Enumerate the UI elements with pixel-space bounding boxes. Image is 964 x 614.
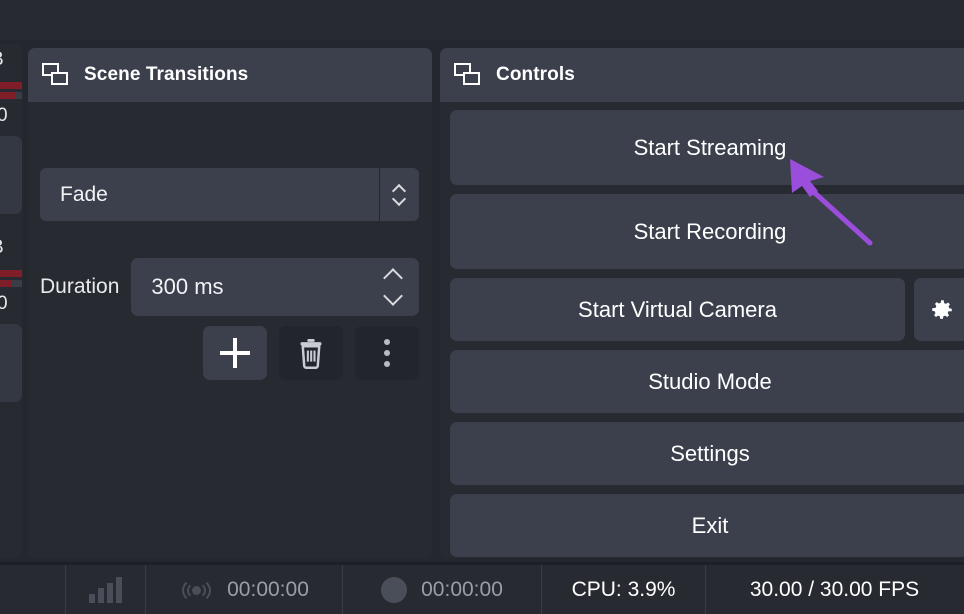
gear-icon	[932, 299, 952, 319]
mixer-volume-slider[interactable]	[0, 136, 22, 214]
mixer-scale-zero: 0	[0, 293, 8, 314]
plus-icon	[220, 338, 250, 368]
obs-main-window: B 0 B 0 Scene Transitions Fade	[0, 0, 964, 614]
record-dot-icon	[381, 576, 408, 603]
controls-row: Exit	[450, 494, 964, 557]
kebab-menu-icon	[384, 339, 390, 367]
status-signal-cell[interactable]	[66, 565, 146, 614]
duration-spinner[interactable]	[385, 271, 405, 303]
chevron-down-icon[interactable]	[393, 196, 406, 204]
float-dock-icon[interactable]	[42, 63, 70, 87]
transition-type-value[interactable]: Fade	[40, 168, 379, 221]
controls-row: Settings	[450, 422, 964, 485]
preview-area-bottom-strip	[0, 0, 964, 40]
status-cpu-cell: CPU: 3.9%	[542, 565, 706, 614]
controls-dock: Controls Start Streaming Start Recording…	[440, 48, 964, 558]
status-bar: 00:00:00 00:00:00 CPU: 3.9% 30.00 / 30.0…	[0, 562, 964, 614]
mixer-scale-zero: 0	[0, 105, 8, 126]
scene-transitions-title: Scene Transitions	[84, 64, 249, 85]
stream-time: 00:00:00	[227, 577, 309, 601]
status-spacer	[0, 565, 66, 614]
settings-button[interactable]: Settings	[450, 422, 964, 485]
studio-mode-button[interactable]: Studio Mode	[450, 350, 964, 413]
record-time: 00:00:00	[421, 577, 503, 601]
trash-icon	[300, 338, 322, 369]
chevron-up-icon[interactable]	[385, 271, 405, 283]
status-stream-cell: 00:00:00	[146, 565, 343, 614]
mixer-db-label: B	[0, 50, 4, 69]
controls-title-bar: Controls	[440, 48, 964, 102]
broadcast-icon	[179, 577, 213, 603]
transition-type-combobox[interactable]: Fade	[40, 168, 419, 221]
signal-bars-icon	[89, 576, 122, 603]
float-dock-icon[interactable]	[454, 63, 482, 87]
transition-type-spinner[interactable]	[379, 168, 419, 221]
transition-properties-button[interactable]	[355, 326, 419, 380]
scene-transitions-title-bar: Scene Transitions	[28, 48, 432, 102]
controls-row: Start Virtual Camera	[450, 278, 964, 341]
controls-row: Studio Mode	[450, 350, 964, 413]
controls-row: Start Recording	[450, 194, 964, 269]
remove-transition-button[interactable]	[279, 326, 343, 380]
start-recording-button[interactable]: Start Recording	[450, 194, 964, 269]
controls-row: Start Streaming	[450, 110, 964, 185]
virtual-camera-config-button[interactable]	[914, 278, 964, 341]
exit-button[interactable]: Exit	[450, 494, 964, 557]
start-virtual-camera-button[interactable]: Start Virtual Camera	[450, 278, 905, 341]
scene-transitions-dock: Scene Transitions Fade Duration 300 ms	[28, 48, 432, 558]
add-transition-button[interactable]	[203, 326, 267, 380]
mixer-volume-slider[interactable]	[0, 324, 22, 402]
duration-label: Duration	[40, 275, 120, 298]
transition-action-buttons	[40, 326, 419, 382]
mixer-db-label: B	[0, 238, 4, 257]
duration-spinbox[interactable]: 300 ms	[131, 258, 419, 316]
mixer-level-meter	[0, 92, 22, 99]
chevron-down-icon[interactable]	[385, 291, 405, 303]
duration-row: Duration 300 ms	[40, 258, 419, 316]
audio-mixer-dock-partial: B 0 B 0	[0, 44, 22, 558]
controls-title: Controls	[496, 64, 575, 85]
mixer-level-meter	[0, 82, 22, 89]
status-record-cell: 00:00:00	[343, 565, 542, 614]
mixer-level-meter	[0, 280, 22, 287]
controls-button-list: Start Streaming Start Recording Start Vi…	[450, 110, 964, 558]
status-fps-cell: 30.00 / 30.00 FPS	[749, 577, 920, 601]
duration-value[interactable]: 300 ms	[151, 274, 385, 300]
mixer-level-meter	[0, 270, 22, 277]
start-streaming-button[interactable]: Start Streaming	[450, 110, 964, 185]
